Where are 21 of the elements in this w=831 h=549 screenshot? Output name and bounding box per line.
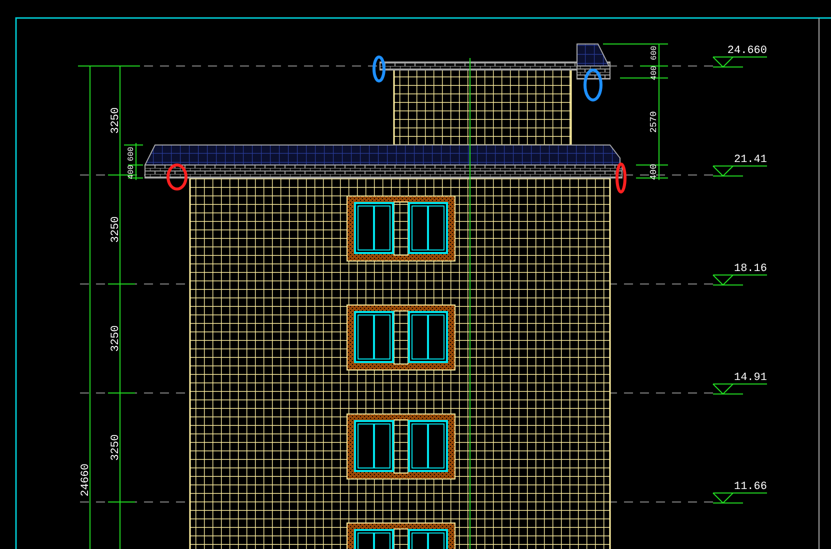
dimension-text: 600: [127, 146, 136, 162]
dimension-text: 2570: [649, 111, 659, 133]
dimension-text: 3250: [110, 216, 122, 243]
elevation-label: 21.41: [734, 154, 767, 166]
level-triangle-icon: [712, 274, 768, 286]
dimension-text: 600: [650, 46, 659, 60]
elevation-label: 14.91: [734, 372, 767, 384]
level-triangle-icon: [712, 56, 768, 68]
level-triangle-icon: [712, 492, 768, 504]
dimension-text: 3250: [110, 325, 122, 352]
elevation-label: 24.660: [727, 45, 767, 57]
dimension-text: 3250: [110, 107, 122, 134]
level-triangle-icon: [712, 384, 768, 395]
elevation-label: 11.66: [734, 481, 767, 493]
dimension-text: 400: [649, 164, 659, 180]
level-triangle-icon: [712, 166, 768, 177]
dimension-text: 400: [650, 66, 659, 80]
elevation-label: 18.16: [734, 263, 767, 275]
dimension-text: 3250: [110, 434, 122, 461]
dimension-text: 24660: [80, 464, 92, 496]
dimension-text: 400: [127, 164, 136, 180]
